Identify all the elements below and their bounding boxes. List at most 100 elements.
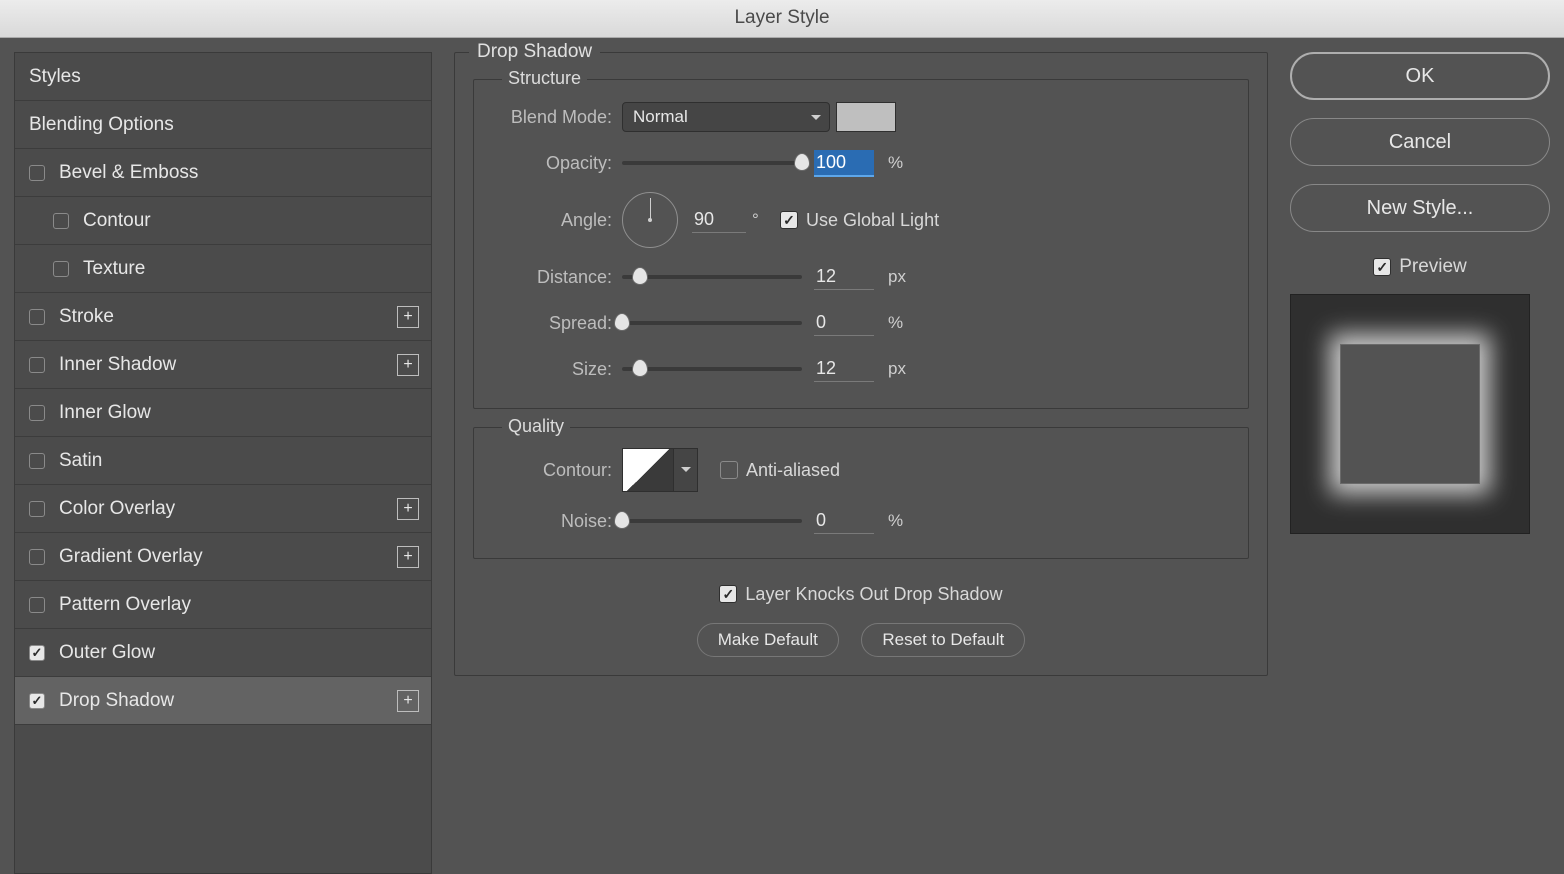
contour-picker[interactable] (622, 448, 674, 492)
checkbox-icon[interactable] (29, 549, 45, 565)
contour-dropdown-icon[interactable] (674, 448, 698, 492)
plus-icon[interactable]: + (397, 690, 419, 712)
checkbox-icon[interactable] (29, 405, 45, 421)
blend-mode-label: Blend Mode: (492, 107, 622, 128)
dialog-body: Styles Blending Options Bevel & Emboss C… (0, 38, 1564, 874)
preview-checkbox[interactable] (1373, 258, 1391, 276)
plus-icon[interactable]: + (397, 546, 419, 568)
knockout-checkbox[interactable] (719, 585, 737, 603)
sidebar-item-inner-shadow[interactable]: Inner Shadow + (15, 341, 431, 389)
distance-input[interactable]: 12 (814, 264, 874, 290)
spread-slider[interactable] (622, 321, 802, 325)
use-global-light-checkbox[interactable] (780, 211, 798, 229)
sidebar-item-label: Texture (83, 258, 419, 280)
quality-title: Quality (502, 416, 570, 437)
knockout-label: Layer Knocks Out Drop Shadow (745, 584, 1002, 605)
spread-row: Spread: 0 % (492, 306, 1230, 340)
preview-label: Preview (1399, 256, 1467, 278)
noise-row: Noise: 0 % (492, 504, 1230, 538)
noise-slider[interactable] (622, 519, 802, 523)
checkbox-icon[interactable] (29, 501, 45, 517)
distance-label: Distance: (492, 267, 622, 288)
sidebar-item-drop-shadow[interactable]: Drop Shadow + (15, 677, 431, 725)
preview-layer-icon (1340, 344, 1480, 484)
blend-mode-row: Blend Mode: Normal (492, 100, 1230, 134)
new-style-button[interactable]: New Style... (1290, 184, 1550, 232)
checkbox-icon[interactable] (29, 645, 45, 661)
slider-thumb-icon[interactable] (632, 359, 648, 377)
angle-input[interactable]: 90 (692, 207, 746, 233)
angle-label: Angle: (492, 210, 622, 231)
size-unit: px (888, 359, 916, 379)
plus-icon[interactable]: + (397, 498, 419, 520)
blend-mode-value: Normal (633, 107, 688, 127)
noise-input[interactable]: 0 (814, 508, 874, 534)
settings-panel: Drop Shadow Structure Blend Mode: Normal… (454, 52, 1268, 874)
checkbox-icon[interactable] (53, 261, 69, 277)
sidebar-item-satin[interactable]: Satin (15, 437, 431, 485)
checkbox-icon[interactable] (29, 357, 45, 373)
plus-icon[interactable]: + (397, 306, 419, 328)
sidebar-item-stroke[interactable]: Stroke + (15, 293, 431, 341)
sidebar-item-inner-glow[interactable]: Inner Glow (15, 389, 431, 437)
checkbox-icon[interactable] (29, 453, 45, 469)
sidebar-item-texture[interactable]: Texture (15, 245, 431, 293)
default-buttons-row: Make Default Reset to Default (473, 623, 1249, 657)
opacity-input[interactable]: 100 (814, 150, 874, 177)
noise-label: Noise: (492, 511, 622, 532)
sidebar-item-outer-glow[interactable]: Outer Glow (15, 629, 431, 677)
knockout-row: Layer Knocks Out Drop Shadow (473, 577, 1249, 611)
opacity-slider[interactable] (622, 161, 802, 165)
spread-label: Spread: (492, 313, 622, 334)
checkbox-icon[interactable] (29, 309, 45, 325)
size-input[interactable]: 12 (814, 356, 874, 382)
sidebar-item-label: Styles (29, 66, 419, 88)
preview-toggle-row: Preview (1290, 256, 1550, 278)
sidebar-item-label: Pattern Overlay (59, 594, 419, 616)
preview-thumbnail (1290, 294, 1530, 534)
distance-slider[interactable] (622, 275, 802, 279)
opacity-unit: % (888, 153, 916, 173)
plus-icon[interactable]: + (397, 354, 419, 376)
sidebar-item-contour[interactable]: Contour (15, 197, 431, 245)
styles-list-panel: Styles Blending Options Bevel & Emboss C… (14, 52, 432, 874)
structure-fieldset: Structure Blend Mode: Normal Opacity: 10… (473, 79, 1249, 409)
make-default-button[interactable]: Make Default (697, 623, 839, 657)
angle-dial[interactable] (622, 192, 678, 248)
sidebar-item-gradient-overlay[interactable]: Gradient Overlay + (15, 533, 431, 581)
blend-mode-select[interactable]: Normal (622, 102, 830, 132)
sidebar-item-label: Bevel & Emboss (59, 162, 419, 184)
size-row: Size: 12 px (492, 352, 1230, 386)
sidebar-item-bevel-emboss[interactable]: Bevel & Emboss (15, 149, 431, 197)
sidebar-item-label: Inner Shadow (59, 354, 397, 376)
checkbox-icon[interactable] (29, 693, 45, 709)
sidebar-item-label: Blending Options (29, 114, 419, 136)
checkbox-icon[interactable] (29, 165, 45, 181)
shadow-color-swatch[interactable] (836, 102, 896, 132)
right-panel: OK Cancel New Style... Preview (1290, 52, 1550, 874)
sidebar-item-blending-options[interactable]: Blending Options (15, 101, 431, 149)
slider-thumb-icon[interactable] (794, 153, 810, 171)
sidebar-item-styles[interactable]: Styles (15, 53, 431, 101)
window-title: Layer Style (0, 0, 1564, 38)
size-slider[interactable] (622, 367, 802, 371)
use-global-light-label: Use Global Light (806, 210, 939, 231)
structure-title: Structure (502, 68, 587, 89)
ok-button[interactable]: OK (1290, 52, 1550, 100)
slider-thumb-icon[interactable] (632, 267, 648, 285)
checkbox-icon[interactable] (29, 597, 45, 613)
slider-thumb-icon[interactable] (614, 313, 630, 331)
slider-thumb-icon[interactable] (614, 511, 630, 529)
reset-default-button[interactable]: Reset to Default (861, 623, 1025, 657)
sidebar-item-pattern-overlay[interactable]: Pattern Overlay (15, 581, 431, 629)
sidebar-item-color-overlay[interactable]: Color Overlay + (15, 485, 431, 533)
distance-unit: px (888, 267, 916, 287)
angle-center-dot-icon (648, 218, 652, 222)
checkbox-icon[interactable] (53, 213, 69, 229)
sidebar-item-label: Inner Glow (59, 402, 419, 424)
spread-input[interactable]: 0 (814, 310, 874, 336)
anti-aliased-checkbox[interactable] (720, 461, 738, 479)
angle-needle-icon (650, 198, 651, 220)
angle-unit: ° (752, 210, 780, 230)
cancel-button[interactable]: Cancel (1290, 118, 1550, 166)
